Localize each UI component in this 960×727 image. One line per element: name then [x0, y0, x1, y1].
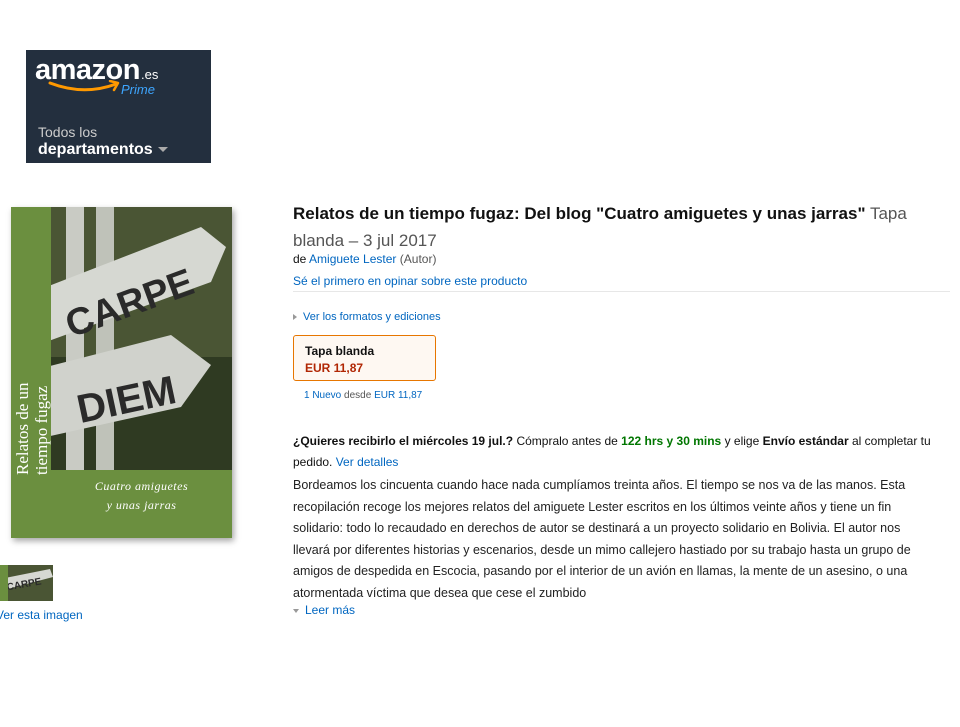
- departments-label: departamentos: [38, 141, 153, 158]
- spine-title-line2: tiempo fugaz: [32, 385, 51, 475]
- carpe-diem-signs-illustration: CARPE DIEM: [51, 207, 232, 470]
- logo-tld: .es: [140, 67, 159, 82]
- delivery-message: ¿Quieres recibirlo el miércoles 19 jul.?…: [293, 431, 955, 473]
- see-formats-label: Ver los formatos y ediciones: [303, 311, 441, 323]
- departments-line1[interactable]: Todos los: [38, 124, 97, 140]
- product-title: Relatos de un tiempo fugaz: Del blog "Cu…: [293, 200, 953, 254]
- order-before: Cómpralo antes de: [516, 434, 618, 448]
- spine-author: Amiguete Lester: [31, 613, 50, 727]
- new-count-link[interactable]: 1 Nuevo: [304, 390, 341, 401]
- product-description: Bordeamos los cincuenta cuando hace nada…: [293, 478, 911, 600]
- countdown: 122 hrs y 30 mins: [621, 434, 722, 448]
- book-cover-image[interactable]: CARPE DIEM Relatos de un tiempo fugaz ❦ …: [11, 207, 232, 727]
- delivery-question: ¿Quieres recibirlo el miércoles 19 jul.?: [293, 434, 514, 448]
- cover-photo: CARPE DIEM: [51, 207, 232, 470]
- see-formats-link[interactable]: Ver los formatos y ediciones: [293, 311, 441, 323]
- swatch-label: Tapa blanda: [305, 344, 375, 358]
- by-prefix: de: [293, 252, 307, 266]
- cover-subtitle-line2: y unas jarras: [106, 498, 177, 512]
- smile-arrow-icon: [48, 80, 120, 92]
- divider: [293, 291, 950, 292]
- caret-down-icon: [157, 147, 168, 153]
- triangle-down-icon: [293, 608, 299, 613]
- cover-thumbnail[interactable]: CARPE: [0, 565, 53, 601]
- byline: de Amiguete Lester (Autor): [293, 252, 436, 266]
- view-image-link[interactable]: Ver esta imagen: [0, 608, 83, 622]
- format-swatch-paperback[interactable]: Tapa blanda EUR 11,87: [293, 335, 436, 381]
- details-link[interactable]: Ver detalles: [336, 455, 399, 469]
- new-price-link[interactable]: EUR 11,87: [374, 390, 422, 401]
- triangle-right-icon: [293, 314, 297, 321]
- read-more-label: Leer más: [305, 603, 356, 617]
- title-text: Relatos de un tiempo fugaz: Del blog "Cu…: [293, 204, 866, 223]
- author-link[interactable]: Amiguete Lester: [309, 252, 396, 266]
- new-from: desde: [344, 390, 372, 401]
- cover-subtitle-line1: Cuatro amiguetes: [94, 479, 189, 493]
- thumbnail-image: CARPE: [0, 565, 53, 601]
- new-offer: 1 Nuevo desde EUR 11,87: [304, 390, 422, 401]
- amazon-header: amazon.es Prime Todos los departamentos: [26, 50, 211, 163]
- departments-menu[interactable]: departamentos: [38, 141, 168, 159]
- spine-title: Relatos de un tiempo fugaz: [13, 215, 51, 475]
- swatch-price: EUR 11,87: [305, 361, 364, 375]
- prime-label: Prime: [121, 82, 155, 97]
- shipping-option: Envío estándar: [762, 434, 849, 448]
- read-more-link[interactable]: Leer más: [293, 603, 355, 617]
- and-choose: y elige: [724, 434, 760, 448]
- first-review-link[interactable]: Sé el primero en opinar sobre este produ…: [293, 274, 527, 288]
- author-role: (Autor): [399, 252, 437, 266]
- spine-title-line1: Relatos de un: [13, 382, 32, 475]
